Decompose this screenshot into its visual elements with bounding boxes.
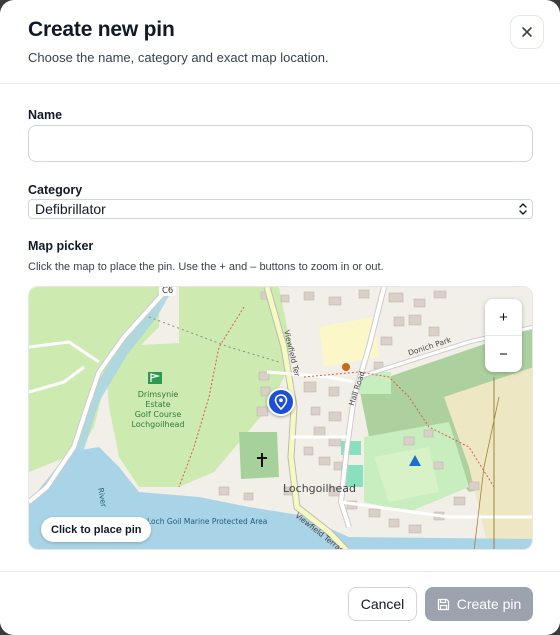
cancel-button[interactable]: Cancel	[348, 587, 417, 621]
map-picker-hint: Click the map to place the pin. Use the …	[28, 261, 384, 273]
name-label: Name	[28, 108, 63, 122]
click-to-place-pin-chip: Click to place pin	[41, 517, 152, 542]
map-picker-label: Map picker	[28, 239, 94, 253]
map-canvas	[29, 287, 532, 549]
map-pin-marker[interactable]	[267, 388, 295, 416]
select-chevron-icon	[519, 203, 527, 215]
zoom-in-button[interactable]: +	[485, 299, 522, 335]
zoom-out-button[interactable]: −	[485, 336, 522, 372]
close-icon	[522, 27, 532, 37]
save-icon	[437, 598, 449, 610]
dialog-subtitle: Choose the name, category and exact map …	[28, 50, 329, 65]
zoom-control: + −	[485, 299, 522, 372]
category-selected-value: Defibrillator	[35, 201, 106, 217]
create-pin-button[interactable]: Create pin	[425, 587, 533, 621]
close-button[interactable]	[510, 15, 544, 49]
category-select[interactable]: Defibrillator	[28, 199, 533, 219]
map-picker[interactable]: C6 Drimsynie Estate Golf Course Lochgoil…	[28, 286, 533, 550]
dialog-footer: Cancel Create pin	[0, 571, 560, 635]
create-pin-label: Create pin	[456, 596, 522, 612]
name-input[interactable]	[28, 125, 533, 162]
create-pin-dialog: Create new pin Choose the name, category…	[0, 0, 560, 635]
map-pin-icon	[274, 394, 288, 410]
category-label: Category	[28, 183, 83, 197]
dialog-title: Create new pin	[28, 18, 175, 41]
dialog-header: Create new pin Choose the name, category…	[0, 0, 560, 84]
